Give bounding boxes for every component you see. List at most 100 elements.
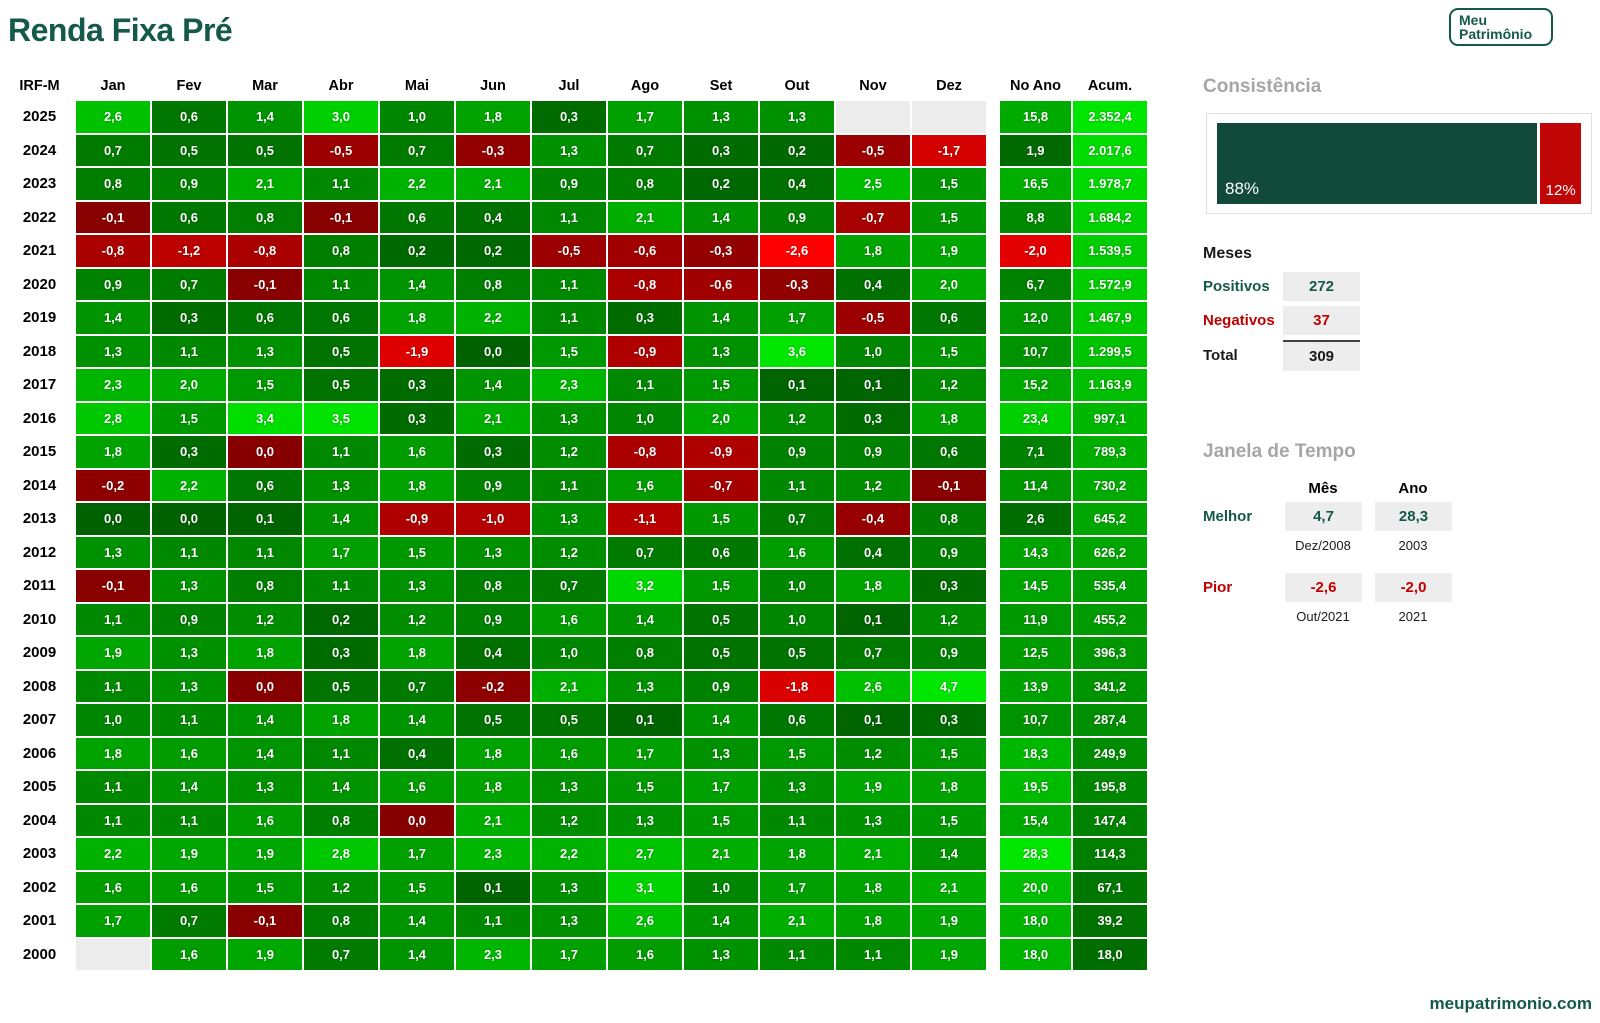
- no-ano-cell: 11,4: [1000, 469, 1071, 501]
- month-return-cell: 2,1: [456, 804, 530, 836]
- month-return-cell: 0,8: [608, 168, 682, 200]
- month-return-cell: 2,1: [456, 168, 530, 200]
- month-return-cell: 1,3: [76, 536, 150, 568]
- month-column-header: Jul: [558, 78, 580, 94]
- month-column-header: Abr: [328, 78, 354, 94]
- month-return-cell: 1,9: [228, 838, 302, 870]
- month-return-cell: 1,1: [532, 469, 606, 501]
- month-return-cell: -0,3: [684, 235, 758, 267]
- index-column-header: IRF-M: [19, 78, 60, 94]
- acum-cell: 39,2: [1073, 905, 1147, 937]
- positive-percent-label: 88%: [1225, 179, 1260, 198]
- month-return-cell: 1,1: [304, 436, 378, 468]
- month-return-cell: 4,7: [912, 670, 986, 702]
- month-return-cell: 0,7: [608, 536, 682, 568]
- month-return-cell: -0,3: [760, 268, 834, 300]
- month-return-cell: 1,7: [380, 838, 454, 870]
- column-spacer: [988, 403, 998, 435]
- no-ano-cell: 15,4: [1000, 804, 1071, 836]
- month-return-cell: 1,1: [152, 335, 226, 367]
- month-return-cell: 1,8: [228, 637, 302, 669]
- month-return-cell: 1,4: [304, 503, 378, 535]
- month-return-cell: 2,6: [836, 670, 910, 702]
- janela-grid: Mês Ano Melhor 4,7 28,3 Dez/2008 2003 Pi…: [1203, 475, 1452, 629]
- no-ano-cell: 14,3: [1000, 536, 1071, 568]
- meu-patrimonio-logo: Meu Patrimônio: [1449, 8, 1553, 46]
- month-return-cell: 1,2: [380, 603, 454, 635]
- month-return-cell: 1,9: [152, 838, 226, 870]
- no-ano-cell: 11,9: [1000, 603, 1071, 635]
- month-return-cell: 0,2: [304, 603, 378, 635]
- month-return-cell: 1,0: [836, 335, 910, 367]
- month-return-cell: 0,5: [760, 637, 834, 669]
- no-ano-cell: 14,5: [1000, 570, 1071, 602]
- month-return-cell: -0,5: [836, 134, 910, 166]
- month-return-cell: 1,7: [608, 737, 682, 769]
- month-return-cell: 1,8: [380, 302, 454, 334]
- month-return-cell: 1,2: [912, 369, 986, 401]
- no-ano-cell: 15,2: [1000, 369, 1071, 401]
- month-return-cell: -1,8: [760, 670, 834, 702]
- logo-line1: Meu: [1459, 11, 1487, 28]
- month-return-cell: 0,7: [304, 938, 378, 970]
- month-return-cell: 1,4: [228, 101, 302, 133]
- column-spacer: [988, 135, 998, 167]
- month-return-cell: 1,8: [912, 771, 986, 803]
- month-return-cell: 1,5: [684, 804, 758, 836]
- month-return-cell: -1,0: [456, 503, 530, 535]
- month-return-cell: -0,5: [304, 134, 378, 166]
- month-return-cell: 2,8: [76, 402, 150, 434]
- month-return-cell: 0,3: [532, 101, 606, 133]
- acum-cell: 1.684,2: [1073, 201, 1147, 233]
- footer-site-link[interactable]: meupatrimonio.com: [1430, 994, 1592, 1014]
- month-return-cell: 1,3: [532, 503, 606, 535]
- month-return-cell: 0,3: [456, 436, 530, 468]
- year-label: 2008: [22, 677, 57, 695]
- month-return-cell: 1,9: [76, 637, 150, 669]
- consistency-bar-chart: 88% 12%: [1206, 113, 1592, 214]
- year-label: 2012: [22, 543, 57, 561]
- column-spacer: [988, 101, 998, 133]
- month-return-cell: 0,1: [760, 369, 834, 401]
- month-return-cell: 0,5: [228, 134, 302, 166]
- month-return-cell: 0,8: [304, 804, 378, 836]
- month-return-cell: 2,1: [836, 838, 910, 870]
- no-ano-cell: 6,7: [1000, 268, 1071, 300]
- month-return-cell: -0,1: [228, 905, 302, 937]
- year-label: 2023: [22, 175, 57, 193]
- meses-positivos-row: Positivos 272: [1203, 272, 1403, 301]
- month-return-cell: 2,2: [456, 302, 530, 334]
- no-ano-column-header: No Ano: [1009, 78, 1061, 94]
- month-return-cell: 2,1: [912, 871, 986, 903]
- total-value: 309: [1283, 340, 1360, 371]
- month-return-cell: 1,8: [380, 637, 454, 669]
- month-return-cell: 1,3: [760, 771, 834, 803]
- column-spacer: [988, 470, 998, 502]
- year-label: 2020: [22, 275, 57, 293]
- month-return-cell: 1,3: [304, 469, 378, 501]
- melhor-label: Melhor: [1203, 508, 1253, 525]
- month-return-cell: 0,6: [912, 302, 986, 334]
- month-return-cell: 1,1: [304, 737, 378, 769]
- month-return-cell: 0,5: [152, 134, 226, 166]
- pior-label: Pior: [1203, 579, 1233, 596]
- column-spacer: [988, 269, 998, 301]
- month-return-cell: -0,8: [228, 235, 302, 267]
- month-return-cell: 1,4: [380, 704, 454, 736]
- month-return-cell: 3,4: [228, 402, 302, 434]
- year-label: 2015: [22, 443, 57, 461]
- month-return-cell: 2,2: [532, 838, 606, 870]
- column-spacer: [988, 738, 998, 770]
- melhor-mes-value: 4,7: [1285, 502, 1362, 531]
- month-return-cell: 0,3: [304, 637, 378, 669]
- returns-heatmap-table: IRF-M Jan Fev Mar Abr Mai Jun Jul Ago Set Out Nov De…: [5, 73, 1147, 970]
- month-return-cell: 0,5: [304, 335, 378, 367]
- no-ano-cell: 18,0: [1000, 905, 1071, 937]
- acum-cell: 18,0: [1073, 938, 1147, 970]
- month-return-cell: 1,3: [228, 771, 302, 803]
- month-return-cell: 0,0: [228, 436, 302, 468]
- month-return-cell: -0,1: [912, 469, 986, 501]
- month-return-cell: 1,3: [532, 871, 606, 903]
- month-return-cell: 1,2: [532, 436, 606, 468]
- month-return-cell: 1,5: [152, 402, 226, 434]
